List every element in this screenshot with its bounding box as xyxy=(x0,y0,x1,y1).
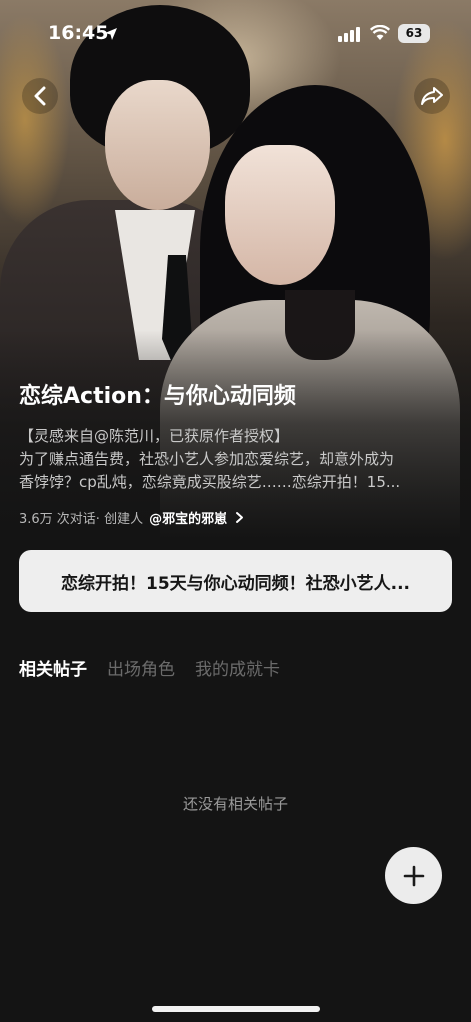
tab-related-posts[interactable]: 相关帖子 xyxy=(19,655,87,680)
story-title: 恋综Action：与你心动同频 xyxy=(19,384,296,409)
conversation-stats: 3.6万 次对话· 创建人 xyxy=(19,512,144,527)
story-meta: 3.6万 次对话· 创建人 @邪宝的邪崽 xyxy=(19,508,244,527)
status-time: 16:45 xyxy=(48,22,109,44)
share-button[interactable] xyxy=(414,78,450,114)
wifi-icon xyxy=(370,25,390,40)
empty-state-text: 还没有相关帖子 xyxy=(182,795,288,813)
content-tabs: 相关帖子 出场角色 我的成就卡 xyxy=(19,655,280,680)
status-bar: 16:45 63 xyxy=(0,0,471,70)
description-line: 为了赚点通告费，社恐小艺人参加恋爱综艺，却意外成为 xyxy=(19,450,395,468)
chevron-left-icon xyxy=(34,86,46,106)
chevron-right-icon[interactable] xyxy=(235,511,244,524)
back-button[interactable] xyxy=(22,78,58,114)
description-line: 【灵感来自@陈范川，已获原作者授权】 xyxy=(19,427,290,445)
location-arrow-icon xyxy=(105,28,117,40)
tab-characters[interactable]: 出场角色 xyxy=(107,655,175,680)
home-indicator xyxy=(152,1006,320,1012)
cover-art-woman-face xyxy=(225,145,335,285)
cellular-signal-icon xyxy=(338,27,360,42)
description-line: 香饽饽？cp乱炖，恋综竟成买股综艺……恋综开拍！15... xyxy=(19,473,401,491)
cover-art-man-face xyxy=(105,80,210,210)
tab-achievement-cards[interactable]: 我的成就卡 xyxy=(195,655,280,680)
start-story-card[interactable]: 恋综开拍！15天与你心动同频！社恐小艺人... xyxy=(19,550,452,612)
share-icon xyxy=(421,87,443,105)
battery-indicator: 63 xyxy=(398,24,430,43)
plus-icon xyxy=(403,865,424,886)
start-story-card-text: 恋综开拍！15天与你心动同频！社恐小艺人... xyxy=(60,573,411,594)
creator-link[interactable]: @邪宝的邪崽 xyxy=(149,508,227,527)
story-description: 【灵感来自@陈范川，已获原作者授权】 为了赚点通告费，社恐小艺人参加恋爱综艺，却… xyxy=(19,425,459,494)
add-post-button[interactable] xyxy=(385,847,442,904)
